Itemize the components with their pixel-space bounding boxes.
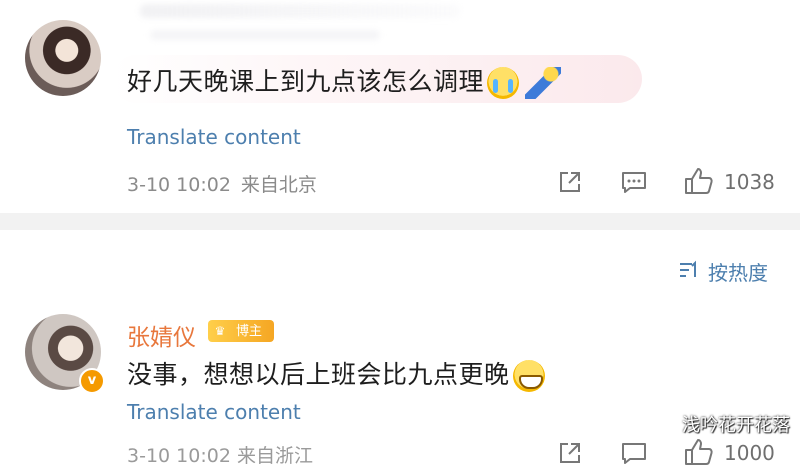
previous-comment-remnant <box>140 4 460 18</box>
grinning-face-icon <box>512 360 545 392</box>
section-divider <box>0 213 800 230</box>
comment-text: 没事，想想以后上班会比九点更晚 <box>127 355 545 392</box>
sort-icon[interactable] <box>678 260 700 280</box>
share-icon[interactable] <box>558 170 582 194</box>
thumbs-up-icon[interactable] <box>684 438 714 466</box>
watermark: 浅吟花开花落 <box>682 415 790 436</box>
translate-link[interactable]: Translate content <box>127 125 301 149</box>
comment-meta-partial: 3-10 10:02 来自浙江 <box>127 445 313 467</box>
comment-location: 来自北京 <box>240 174 317 196</box>
previous-comment-remnant-line <box>150 30 380 40</box>
thumbs-up-icon[interactable] <box>684 167 714 195</box>
comment-text: 好几天晚课上到九点该怎么调理 <box>127 62 562 99</box>
comment-date: 3-10 10:02 <box>127 174 231 196</box>
blogger-badge: ♛ 博主 <box>208 320 274 342</box>
comment-text-content: 没事，想想以后上班会比九点更晚 <box>127 360 510 389</box>
share-icon[interactable] <box>558 441 582 465</box>
avatar[interactable] <box>25 20 101 96</box>
comment-icon[interactable] <box>621 441 647 465</box>
like-count: 1000 <box>724 441 775 465</box>
comment-meta: 3-10 10:02 来自北京 <box>127 170 317 197</box>
like-count: 1038 <box>724 170 775 194</box>
crying-face-icon <box>487 67 520 99</box>
badge-label: 博主 <box>236 324 263 339</box>
username[interactable]: 张婧仪 <box>127 318 196 352</box>
verified-badge-icon: v <box>79 368 105 394</box>
crown-icon: ♛ <box>214 324 226 338</box>
kneeling-person-icon <box>525 67 562 99</box>
comment-text-content: 好几天晚课上到九点该怎么调理 <box>127 67 485 96</box>
comment-icon[interactable] <box>621 170 647 194</box>
translate-link[interactable]: Translate content <box>127 400 301 424</box>
sort-by-popularity-button[interactable]: 按热度 <box>708 257 768 286</box>
